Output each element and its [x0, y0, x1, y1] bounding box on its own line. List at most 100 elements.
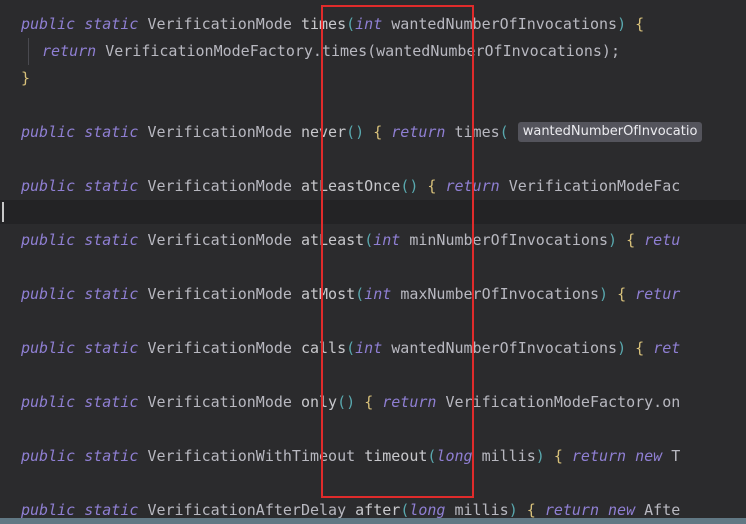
method-name: times [300, 15, 347, 33]
close-paren: ) [608, 231, 618, 249]
return-type: VerificationMode [147, 177, 292, 195]
keyword-public: public [21, 123, 76, 141]
keyword-static: static [84, 447, 139, 465]
method-name: only [300, 393, 338, 411]
keyword-public: public [21, 393, 76, 411]
call-name: times [454, 123, 500, 141]
open-paren: ( [499, 123, 509, 141]
return-type: VerificationWithTimeout [147, 447, 356, 465]
keyword-public: public [21, 285, 76, 303]
close-paren: ) [508, 501, 518, 519]
param-name: millis [481, 447, 536, 465]
current-line-highlight [0, 200, 746, 224]
code-line-atmost[interactable]: public static VerificationMode atMost(in… [21, 281, 680, 308]
parameter-hint: wantedNumberOfInvocatio [517, 121, 703, 142]
indent-guide [28, 38, 29, 65]
keyword-public: public [21, 15, 76, 33]
code-line-calls[interactable]: public static VerificationMode calls(int… [21, 335, 680, 362]
keyword-static: static [84, 231, 139, 249]
keyword-public: public [21, 339, 76, 357]
param-type: int [373, 231, 401, 249]
close-paren: ) [599, 285, 609, 303]
method-name: atMost [300, 285, 356, 303]
keyword-static: static [84, 123, 139, 141]
keyword-static: static [84, 393, 139, 411]
close-brace: } [21, 69, 31, 87]
code-line-timeout[interactable]: public static VerificationWithTimeout ti… [21, 443, 680, 470]
keyword-public: public [21, 501, 76, 519]
keyword-static: static [84, 177, 139, 195]
param-name: maxNumberOfInvocations [400, 285, 599, 303]
open-brace: { [553, 447, 563, 465]
return-type: VerificationMode [147, 123, 292, 141]
keyword-static: static [84, 501, 139, 519]
open-paren: ( [346, 339, 356, 357]
open-paren: ( [400, 501, 410, 519]
keyword-public: public [21, 177, 76, 195]
open-brace: { [373, 123, 383, 141]
return-type: VerificationMode [147, 393, 292, 411]
param-type: int [355, 339, 383, 357]
return-type: VerificationMode [147, 339, 292, 357]
open-brace: { [635, 15, 645, 33]
return-expression: VerificationModeFactory.times(wantedNumb… [105, 42, 620, 60]
open-paren: ( [346, 15, 356, 33]
code-line-atleast[interactable]: public static VerificationMode atLeast(i… [21, 227, 680, 254]
param-type: int [355, 15, 383, 33]
code-line-never[interactable]: public static VerificationMode never() {… [21, 119, 703, 146]
return-expression: VerificationModeFactory.on [445, 393, 681, 411]
keyword-public: public [21, 447, 76, 465]
code-editor[interactable]: public static VerificationMode times(int… [0, 0, 746, 524]
keyword-new: new [608, 501, 636, 519]
method-name: never [300, 123, 347, 141]
open-brace: { [626, 231, 636, 249]
constructor-fragment: T [671, 447, 681, 465]
return-type: VerificationMode [147, 231, 292, 249]
return-type: VerificationMode [147, 285, 292, 303]
param-type: long [409, 501, 446, 519]
open-paren: ( [364, 231, 374, 249]
code-line-atleastonce[interactable]: public static VerificationMode atLeastOn… [21, 173, 680, 200]
keyword-return: return [445, 177, 500, 195]
parens: () [337, 393, 356, 411]
keyword-return: return [42, 42, 97, 60]
keyword-return: return [391, 123, 446, 141]
method-name: timeout [364, 447, 428, 465]
open-brace: { [427, 177, 437, 195]
param-type: long [436, 447, 473, 465]
open-brace: { [617, 285, 627, 303]
param-name: minNumberOfInvocations [409, 231, 609, 249]
keyword-return: ret [653, 339, 681, 357]
param-name: millis [454, 501, 509, 519]
code-line-times[interactable]: public static VerificationMode times(int… [21, 11, 644, 38]
open-brace: { [364, 393, 374, 411]
constructor-fragment: Afte [644, 501, 681, 519]
open-brace: { [635, 339, 645, 357]
close-paren: ) [535, 447, 545, 465]
horizontal-scrollbar[interactable] [0, 518, 746, 524]
method-name: atLeast [300, 231, 365, 249]
return-type: VerificationAfterDelay [147, 501, 347, 519]
parens: () [346, 123, 365, 141]
keyword-static: static [84, 15, 139, 33]
open-brace: { [526, 501, 536, 519]
close-paren: ) [617, 339, 627, 357]
method-name: atLeastOnce [300, 177, 401, 195]
return-expression: VerificationModeFac [508, 177, 681, 195]
keyword-new: new [635, 447, 663, 465]
return-type: VerificationMode [147, 15, 292, 33]
parens: () [400, 177, 419, 195]
keyword-return: return [571, 447, 627, 465]
param-name: wantedNumberOfInvocations [391, 339, 618, 357]
method-name: after [355, 501, 401, 519]
keyword-return: return [382, 393, 437, 411]
keyword-return: retur [635, 285, 681, 303]
code-line-close-brace[interactable]: } [21, 65, 30, 92]
code-line-times-body[interactable]: return VerificationModeFactory.times(wan… [42, 38, 620, 65]
keyword-return: return [544, 501, 599, 519]
text-caret [2, 202, 4, 222]
keyword-static: static [84, 339, 139, 357]
param-type: int [364, 285, 392, 303]
code-line-only[interactable]: public static VerificationMode only() { … [21, 389, 680, 416]
keyword-static: static [84, 285, 139, 303]
